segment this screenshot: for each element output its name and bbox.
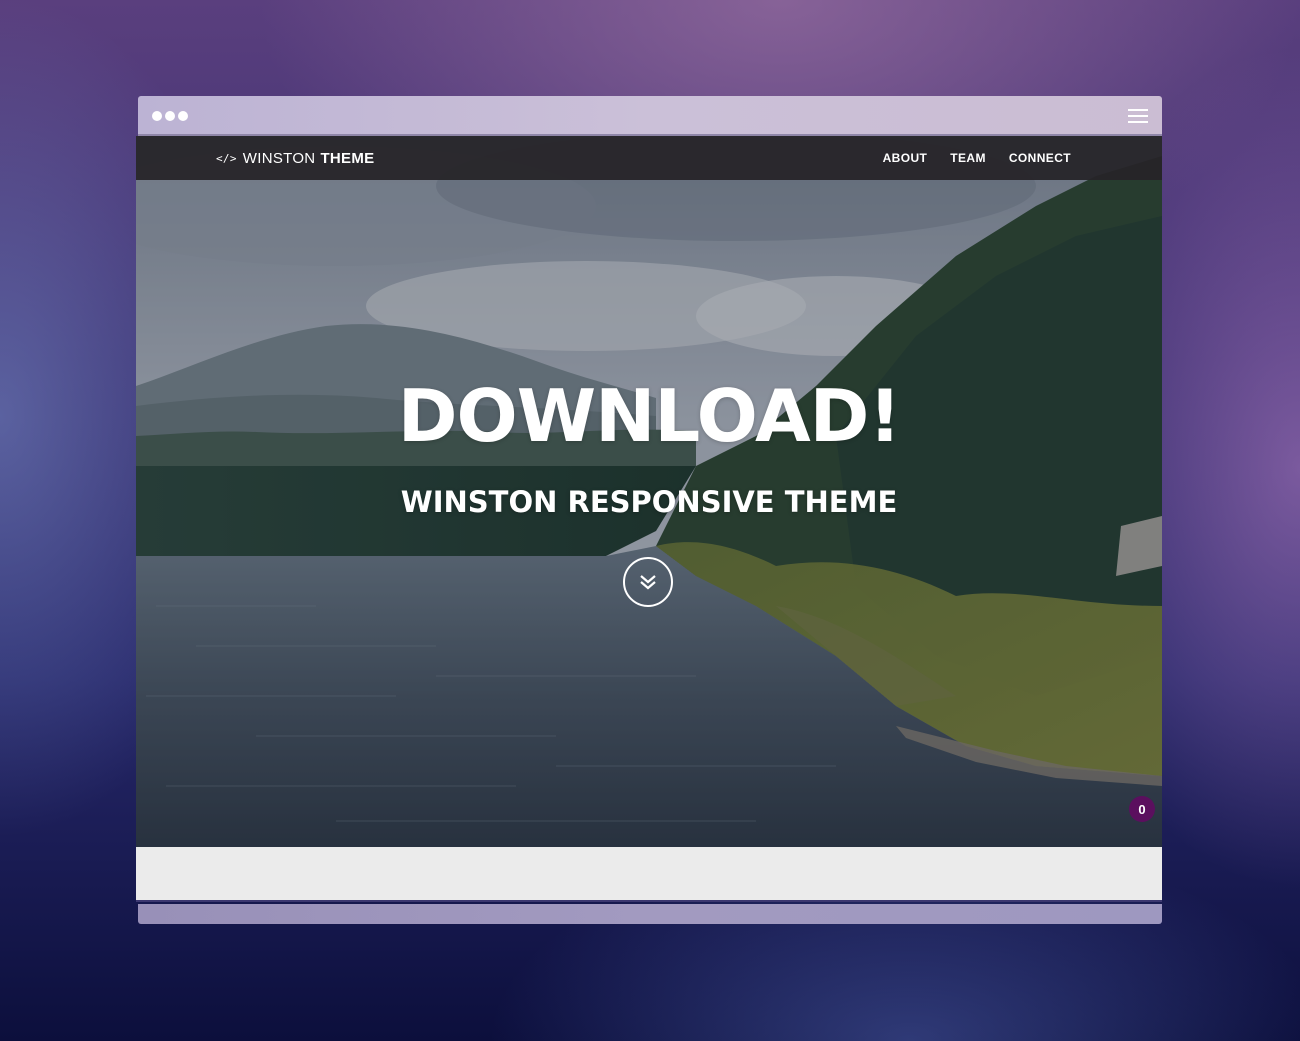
hamburger-menu-icon[interactable] (1128, 109, 1148, 123)
hero-title: DOWNLOAD! (397, 374, 902, 458)
browser-window: DOWNLOAD! WINSTON RESPONSIVE THEME 0 </>… (136, 96, 1162, 924)
brand-name-bold: THEME (320, 149, 375, 167)
hero-subtitle: WINSTON RESPONSIVE THEME (400, 485, 898, 519)
site-logo[interactable]: </> WINSTON THEME (216, 136, 374, 180)
nav-link-connect[interactable]: CONNECT (1009, 151, 1071, 165)
website-viewport: DOWNLOAD! WINSTON RESPONSIVE THEME 0 </>… (136, 136, 1162, 902)
hero-section: DOWNLOAD! WINSTON RESPONSIVE THEME 0 (136, 136, 1162, 847)
scroll-down-button[interactable] (623, 557, 673, 607)
browser-titlebar (138, 96, 1162, 136)
brand-name-light: WINSTON (242, 149, 316, 167)
window-controls (152, 111, 188, 121)
content-section (136, 847, 1162, 902)
nav-link-about[interactable]: ABOUT (883, 151, 928, 165)
code-icon: </> (216, 151, 237, 165)
site-navbar: </> WINSTON THEME ABOUT TEAM CONNECT (136, 136, 1162, 180)
nav-menu: ABOUT TEAM CONNECT (883, 136, 1071, 180)
double-chevron-down-icon (640, 575, 656, 590)
nav-link-team[interactable]: TEAM (950, 151, 986, 165)
browser-bottom-bar (138, 904, 1162, 924)
window-dot[interactable] (178, 111, 188, 121)
window-dot[interactable] (152, 111, 162, 121)
notification-badge[interactable]: 0 (1129, 796, 1155, 822)
window-dot[interactable] (165, 111, 175, 121)
